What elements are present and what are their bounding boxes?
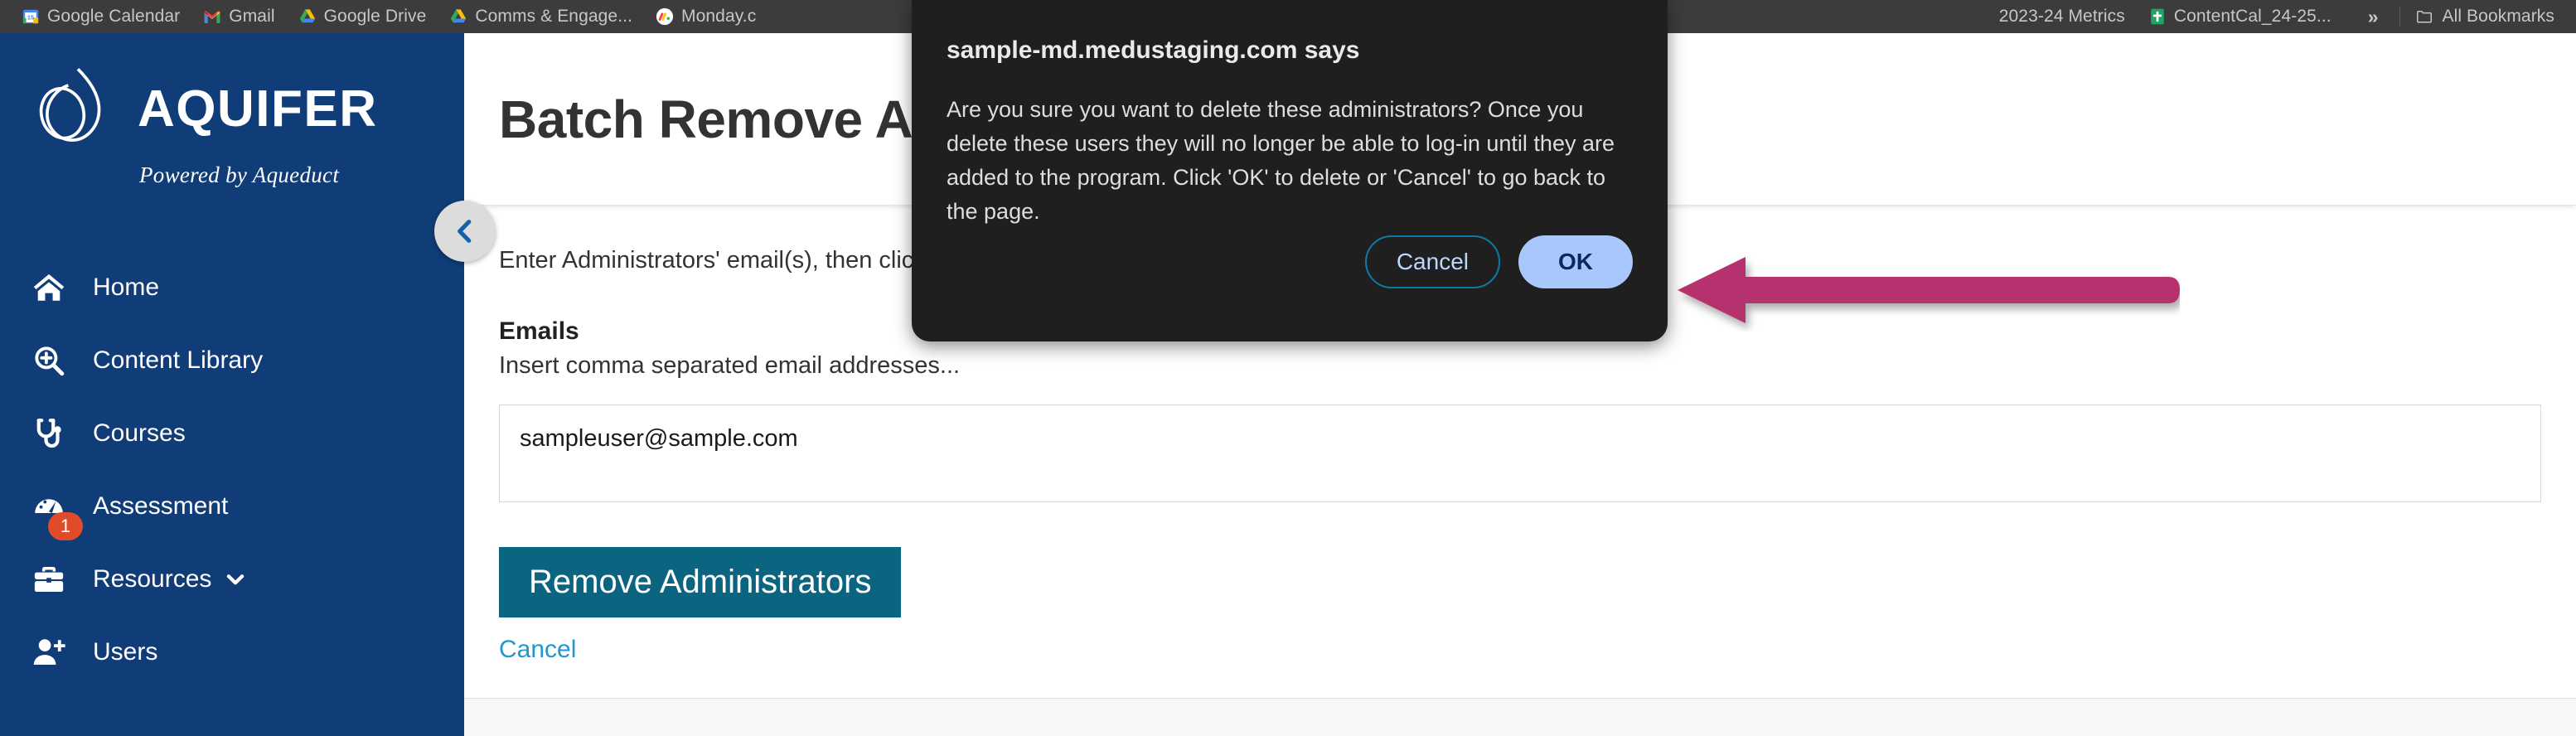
dialog-title: sample-md.medustaging.com says: [947, 36, 1360, 64]
dialog-cancel-button[interactable]: Cancel: [1364, 235, 1500, 288]
folder-icon: [2417, 11, 2433, 23]
search-plus-icon: [30, 341, 68, 380]
dialog-message: Are you sure you want to delete these ad…: [947, 97, 1615, 225]
bookmarks-divider: [2399, 7, 2401, 27]
sidebar-item-label: Courses: [93, 419, 186, 447]
bookmark-gmail[interactable]: Gmail: [203, 7, 275, 27]
all-bookmarks-button[interactable]: All Bookmarks: [2415, 7, 2554, 27]
bookmark-label: ContentCal_24-25...: [2173, 7, 2331, 26]
all-bookmarks-label: All Bookmarks: [2442, 7, 2554, 26]
bookmark-label: Gmail: [229, 7, 275, 26]
emails-input[interactable]: [499, 404, 2541, 502]
sidebar-item-label: Users: [93, 638, 158, 666]
javascript-confirm-dialog: sample-md.medustaging.com says Are you s…: [912, 0, 1668, 341]
sidebar-item-courses[interactable]: Courses: [0, 397, 464, 470]
bookmark-label: Monday.c: [681, 7, 757, 26]
google-drive-icon: [299, 9, 315, 23]
sidebar-item-label: Assessment: [93, 492, 229, 520]
bookmark-google-drive[interactable]: Google Drive: [298, 7, 427, 27]
bookmark-label: Comms & Engage...: [475, 7, 633, 26]
bookmark-contentcal[interactable]: ContentCal_24-25...: [2148, 7, 2331, 27]
bookmark-monday[interactable]: Monday.c: [656, 7, 756, 27]
chevron-left-icon: [458, 220, 472, 243]
svg-text:15: 15: [27, 14, 34, 22]
sidebar-item-assessment[interactable]: 1 Assessment: [0, 470, 464, 543]
bookmark-label: Google Calendar: [47, 7, 181, 26]
bookmark-label: Google Drive: [323, 7, 427, 26]
assessment-badge: 1: [48, 512, 83, 540]
dialog-actions: Cancel OK: [1364, 235, 1633, 288]
bookmark-google-calendar[interactable]: 15 Google Calendar: [22, 7, 180, 27]
sidebar-item-content-library[interactable]: Content Library: [0, 324, 464, 397]
brand-tagline: Powered by Aqueduct: [139, 162, 340, 187]
chevron-down-icon: [223, 567, 248, 592]
briefcase-icon: [30, 560, 68, 598]
bookmarks-overflow-button[interactable]: »: [2355, 7, 2392, 27]
monday-icon: [656, 7, 674, 26]
sidebar-item-resources[interactable]: Resources: [0, 543, 464, 616]
brand-name: AQUIFER: [138, 80, 378, 138]
aquifer-logo-icon: [39, 67, 101, 142]
remove-administrators-button[interactable]: Remove Administrators: [499, 547, 902, 617]
bookmark-2023-24-metrics[interactable]: 2023-24 Metrics: [1999, 7, 2125, 27]
brand-row: AQUIFER: [30, 61, 464, 157]
sidebar: AQUIFER Powered by Aqueduct Home Content…: [0, 33, 464, 736]
screen: 15 Google Calendar Gmail Google Drive Co…: [0, 0, 2576, 736]
brand-logo[interactable]: AQUIFER Powered by Aqueduct: [0, 33, 464, 188]
google-calendar-icon: 15: [22, 9, 39, 24]
dialog-ok-button[interactable]: OK: [1518, 235, 1633, 288]
emails-field-help: Insert comma separated email addresses..…: [499, 352, 961, 379]
google-drive-icon: [451, 9, 467, 23]
sidebar-item-label: Content Library: [93, 346, 264, 374]
gmail-icon: [205, 11, 220, 23]
stethoscope-icon: [30, 414, 68, 453]
gauge-icon: 1: [30, 487, 83, 540]
user-plus-icon: [30, 633, 68, 671]
sidebar-nav: Home Content Library Courses 1 Assessmen…: [0, 251, 464, 689]
bookmark-comms-engage[interactable]: Comms & Engage...: [449, 7, 632, 27]
bookmark-label: 2023-24 Metrics: [1998, 7, 2125, 26]
google-sheets-icon: [2151, 8, 2164, 25]
sidebar-item-users[interactable]: Users: [0, 616, 464, 689]
home-icon: [30, 269, 68, 307]
sidebar-collapse-button[interactable]: [434, 201, 496, 262]
sidebar-item-label: Home: [93, 274, 160, 301]
page-footer-band: [464, 698, 2576, 736]
cancel-link[interactable]: Cancel: [499, 636, 2541, 664]
sidebar-item-label: Resources: [93, 565, 212, 593]
sidebar-item-home[interactable]: Home: [0, 251, 464, 324]
